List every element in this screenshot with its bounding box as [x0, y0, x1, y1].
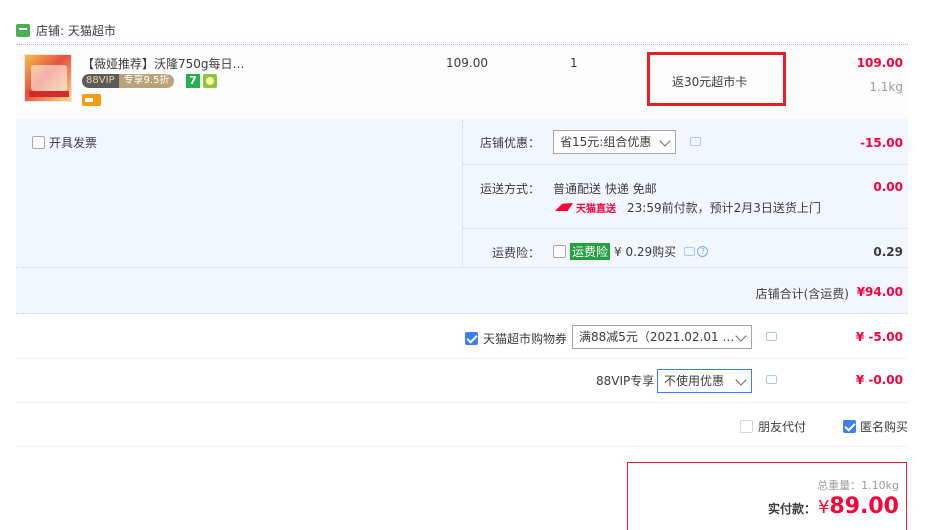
message-icon[interactable]	[690, 137, 701, 146]
anonymous-checkbox[interactable]	[843, 420, 856, 433]
insurance-checkbox[interactable]	[553, 245, 566, 258]
product-thumbnail[interactable]	[24, 54, 72, 102]
shipping-amount: 0.00	[873, 180, 903, 194]
vip-badge-right: 专享9.5折	[118, 74, 175, 88]
invoice-label: 开具发票	[49, 136, 98, 150]
shop-total-amount: ¥94.00	[856, 285, 903, 299]
insurance-label: 运费险：	[491, 246, 540, 260]
anonymous-option[interactable]: 匿名购买	[843, 418, 908, 435]
item-subtotal: 109.00	[856, 56, 903, 70]
seven-day-return-icon: 7	[186, 74, 200, 88]
store-discount-value: 省15元:组合优惠	[560, 135, 652, 149]
anonymous-label: 匿名购买	[860, 420, 909, 434]
vip-label: 88VIP专享	[596, 374, 655, 388]
divider	[16, 446, 908, 447]
invoice-option[interactable]: 开具发票	[32, 134, 97, 151]
coupon-option[interactable]: 天猫超市购物券	[465, 330, 567, 347]
quantity: 1	[570, 56, 578, 70]
friend-pay-option[interactable]: 朋友代付	[740, 418, 806, 435]
total-weight: 总重量：1.10kg	[817, 479, 899, 492]
friend-pay-checkbox[interactable]	[740, 420, 753, 433]
shop-total-label: 店铺合计(含运费)	[755, 287, 849, 301]
store-discount-amount: -15.00	[860, 136, 903, 150]
card-payment-icon	[82, 94, 101, 106]
pay-amount: 89.00	[829, 494, 899, 519]
delivery-eta: 23:59前付款，预计2月3日送货上门	[627, 201, 821, 215]
shop-header: 店铺: 天猫超市	[16, 22, 116, 38]
tmall-direct-text: 天猫直送	[576, 203, 616, 215]
unit-price: 109.00	[446, 56, 488, 70]
pay-label: 实付款：	[767, 502, 816, 516]
vip-value: 不使用优惠	[664, 374, 725, 388]
insurance-amount: 0.29	[873, 245, 903, 259]
chevron-down-icon	[735, 330, 747, 342]
invoice-checkbox[interactable]	[32, 136, 45, 149]
insurance-price: ¥ 0.29购买	[614, 245, 677, 259]
product-title[interactable]: 【薇娅推荐】沃隆750g每日…	[82, 55, 245, 72]
service-badge-icon	[203, 74, 217, 88]
divider	[16, 402, 908, 403]
tmall-shop-icon	[16, 23, 30, 37]
shop-name[interactable]: 店铺: 天猫超市	[36, 22, 116, 39]
shipping-method: 普通配送 快递 免邮	[553, 182, 657, 196]
help-icon[interactable]: ?	[697, 246, 709, 257]
currency-symbol: ¥	[817, 497, 830, 518]
divider	[16, 267, 908, 268]
divider	[463, 164, 908, 165]
tmall-direct-logo: 天猫直送	[555, 201, 616, 215]
vip-badge-left: 88VIP	[82, 74, 119, 88]
friend-pay-label: 朋友代付	[758, 420, 807, 434]
store-discount-label: 店铺优惠：	[479, 136, 540, 150]
coupon-select[interactable]: 满88减5元（2021.02.01 …	[572, 325, 752, 349]
vip-select[interactable]: 不使用优惠	[657, 369, 752, 393]
item-weight: 1.1kg	[869, 80, 903, 94]
coupon-value: 满88减5元（2021.02.01 …	[579, 330, 735, 344]
chevron-down-icon	[735, 374, 747, 386]
panel-divider	[462, 120, 463, 266]
message-icon[interactable]	[766, 375, 777, 384]
message-icon[interactable]	[684, 247, 696, 256]
coupon-label: 天猫超市购物券	[483, 332, 568, 346]
chevron-down-icon	[659, 135, 671, 147]
promo-text: 返30元超市卡	[672, 75, 748, 89]
vip-amount: ¥ -0.00	[855, 373, 903, 387]
tmall-bird-icon	[555, 203, 573, 211]
shipping-label: 运送方式：	[479, 182, 540, 196]
insurance-option[interactable]: 运费险 ¥ 0.29购买 ?	[553, 243, 709, 260]
coupon-amount: ¥ -5.00	[855, 330, 903, 344]
divider	[16, 358, 908, 359]
pay-total: 实付款： ¥ 89.00	[768, 494, 899, 519]
coupon-checkbox[interactable]	[465, 332, 478, 345]
vip-discount-badge: 88VIP 专享9.5折	[82, 74, 175, 88]
message-icon[interactable]	[766, 332, 777, 341]
store-discount-select[interactable]: 省15元:组合优惠	[553, 130, 676, 154]
divider	[463, 228, 908, 229]
insurance-tag: 运费险	[570, 243, 611, 260]
